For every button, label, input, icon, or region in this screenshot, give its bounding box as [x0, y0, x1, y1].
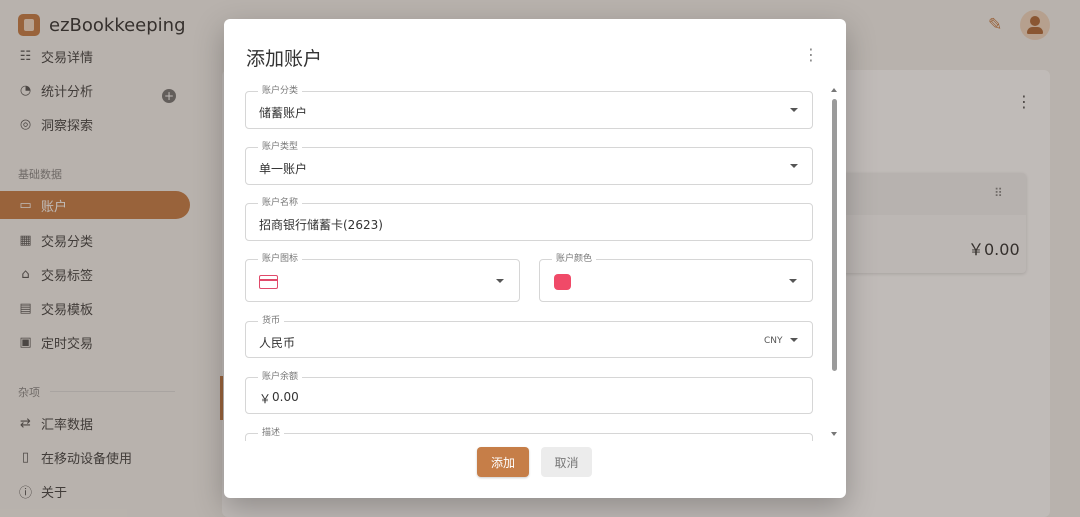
cancel-button[interactable]: 取消	[541, 447, 592, 477]
field-label: 账户分类	[258, 85, 303, 97]
field-label: 描述	[258, 427, 285, 439]
field-value: 单一账户	[259, 162, 308, 176]
caret-down-icon	[496, 279, 504, 283]
caret-down-icon	[789, 279, 797, 283]
caret-down-icon	[790, 338, 798, 342]
caret-down-icon	[790, 108, 798, 112]
field-value: 储蓄账户	[259, 106, 308, 120]
account-balance-input[interactable]: 账户余额 ￥ 0.00	[245, 371, 813, 414]
color-swatch	[554, 274, 571, 290]
scroll-down-arrow-icon[interactable]	[831, 432, 837, 436]
account-category-select[interactable]: 账户分类 储蓄账户	[245, 85, 813, 129]
account-color-select[interactable]: 账户颜色	[539, 253, 813, 302]
field-label: 账户名称	[258, 197, 303, 209]
currency-code: CNY	[764, 336, 783, 346]
credit-card-icon	[259, 275, 278, 289]
scrollbar-thumb[interactable]	[832, 99, 837, 371]
currency-symbol: ￥	[259, 392, 272, 406]
description-input[interactable]: 描述	[245, 427, 813, 441]
field-value: 人民币	[259, 336, 296, 350]
scroll-up-arrow-icon[interactable]	[831, 88, 837, 92]
field-label: 货币	[258, 315, 285, 327]
field-label: 账户颜色	[552, 253, 597, 265]
caret-down-icon	[790, 164, 798, 168]
add-button[interactable]: 添加	[477, 447, 529, 477]
account-type-select[interactable]: 账户类型 单一账户	[245, 141, 813, 185]
field-value: 招商银行储蓄卡(2623)	[259, 218, 383, 232]
field-label: 账户图标	[258, 253, 303, 265]
add-account-dialog: 添加账户 ⋮ 账户分类 储蓄账户 账户类型 单一账户 账户名称 招商银行储蓄卡(…	[224, 19, 846, 498]
account-name-input[interactable]: 账户名称 招商银行储蓄卡(2623)	[245, 197, 813, 241]
currency-select[interactable]: 货币 人民币 CNY	[245, 315, 813, 358]
dialog-title: 添加账户	[246, 48, 323, 70]
more-vertical-icon[interactable]: ⋮	[803, 45, 819, 64]
field-label: 账户余额	[258, 371, 303, 383]
account-icon-select[interactable]: 账户图标	[245, 253, 520, 302]
field-label: 账户类型	[258, 141, 303, 153]
field-value: 0.00	[272, 390, 299, 404]
